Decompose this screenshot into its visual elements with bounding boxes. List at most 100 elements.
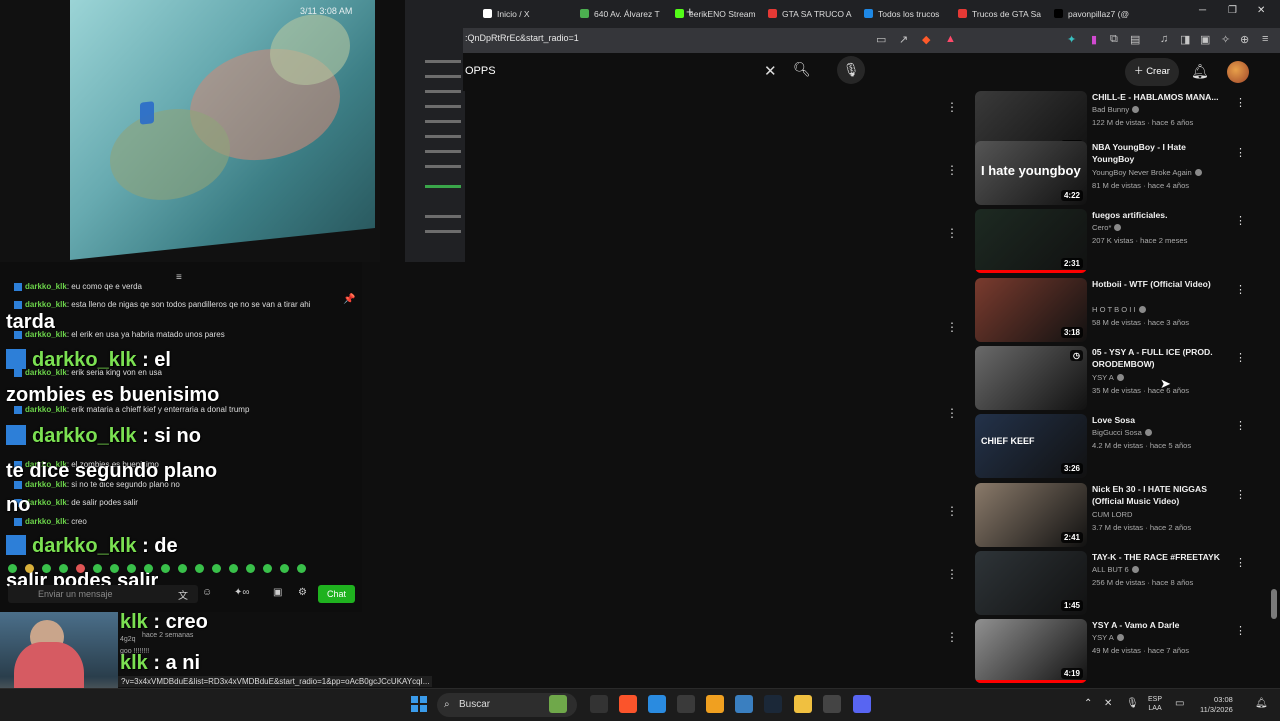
video-title[interactable]: fuegos artificiales. bbox=[1092, 209, 1222, 221]
chat-username[interactable]: darkko_klk bbox=[25, 282, 67, 291]
video-thumbnail[interactable]: CHIEF KEEF 3:26 bbox=[975, 414, 1087, 478]
wallet-icon[interactable]: ▣ bbox=[1200, 33, 1210, 46]
language-indicator[interactable]: ESP LAA bbox=[1148, 695, 1162, 713]
channel-name[interactable]: H O T B O I I bbox=[1092, 305, 1146, 314]
more-vert-icon[interactable]: ⋮ bbox=[1235, 351, 1246, 364]
chat-send-button[interactable]: Chat bbox=[318, 585, 355, 603]
video-item[interactable]: 2:31 fuegos artificiales. Cero* 207 K vista… bbox=[975, 209, 1250, 273]
browser-tab[interactable]: pavonpillaz7 (@ bbox=[1054, 5, 1146, 23]
emote-bar[interactable] bbox=[8, 560, 314, 578]
mic-icon[interactable]: 🎙︎ bbox=[837, 56, 865, 84]
more-vert-icon[interactable]: ⋮ bbox=[946, 163, 958, 177]
video-item[interactable]: 2:41 Nick Eh 30 - I HATE NIGGAS (Official… bbox=[975, 483, 1250, 547]
translate-icon[interactable]: 文 bbox=[178, 587, 188, 602]
more-vert-icon[interactable]: ⋮ bbox=[946, 567, 958, 581]
puzzle-icon[interactable]: ⧉ bbox=[1110, 33, 1118, 46]
more-vert-icon[interactable]: ⋮ bbox=[946, 406, 958, 420]
windows-start-icon[interactable] bbox=[411, 696, 427, 712]
search-icon[interactable]: 🔍︎ bbox=[793, 61, 811, 78]
menu-icon[interactable]: ≡ bbox=[1262, 33, 1268, 45]
video-thumbnail[interactable]: 3:18 bbox=[975, 278, 1087, 342]
gear-icon[interactable]: ⚙ bbox=[298, 587, 307, 598]
close-icon[interactable]: ✕ bbox=[764, 62, 777, 80]
more-vert-icon[interactable]: ⋮ bbox=[946, 320, 958, 334]
extension-icon[interactable]: ✦ bbox=[1067, 33, 1076, 46]
search-query[interactable]: OPPS bbox=[465, 65, 496, 77]
more-vert-icon[interactable]: ⋮ bbox=[946, 504, 958, 518]
channel-name[interactable]: YoungBoy Never Broke Again bbox=[1092, 168, 1202, 177]
more-vert-icon[interactable]: ⋮ bbox=[1235, 556, 1246, 569]
video-thumbnail[interactable]: ◷ bbox=[975, 346, 1087, 410]
video-item[interactable]: 3:18 Hotboii - WTF (Official Video) H O T … bbox=[975, 278, 1250, 342]
extension-icon[interactable]: ▮ bbox=[1091, 33, 1097, 46]
url-text[interactable]: :QnDpRtRrEc&start_radio=1 bbox=[465, 33, 579, 43]
task-view-icon[interactable] bbox=[590, 695, 608, 713]
video-thumbnail[interactable]: 2:31 bbox=[975, 209, 1087, 273]
video-title[interactable]: 05 - YSY A - FULL ICE (PROD. ORODEMBOW) bbox=[1092, 346, 1222, 370]
video-title[interactable]: TAY-K - THE RACE #FREETAYK bbox=[1092, 551, 1222, 563]
more-vert-icon[interactable]: ⋮ bbox=[1235, 488, 1246, 501]
video-title[interactable]: Hotboii - WTF (Official Video) bbox=[1092, 278, 1222, 290]
minimize-button[interactable]: ─ bbox=[1199, 5, 1206, 16]
video-title[interactable]: Love Sosa bbox=[1092, 414, 1222, 426]
video-thumbnail[interactable]: I hate youngboy 4:22 bbox=[975, 141, 1087, 205]
video-item[interactable]: CHIEF KEEF 3:26 Love Sosa BigGucci Sosa 4.2 … bbox=[975, 414, 1250, 478]
address-bar[interactable]: :QnDpRtRrEc&start_radio=1 ▭ ↗ ◆ ▲ ✦ ▮ ⧉ … bbox=[463, 28, 1280, 53]
video-title[interactable]: CHILL-E - HABLAMOS MANA... bbox=[1092, 91, 1222, 103]
bell-icon[interactable]: 🔔︎ bbox=[1191, 63, 1209, 80]
sidebar-icon[interactable]: ◨ bbox=[1180, 33, 1190, 46]
scroll-thumb[interactable] bbox=[1271, 589, 1277, 619]
maximize-button[interactable]: ❐ bbox=[1228, 5, 1237, 16]
create-button[interactable]: ＋ Crear bbox=[1125, 58, 1179, 86]
chat-username[interactable]: darkko_klk bbox=[25, 300, 67, 309]
more-vert-icon[interactable]: ⋮ bbox=[1235, 283, 1246, 296]
channel-name[interactable]: CUM LORD bbox=[1092, 510, 1133, 519]
more-vert-icon[interactable]: ⋮ bbox=[1235, 96, 1246, 109]
brave-icon[interactable] bbox=[619, 695, 637, 713]
folder-icon[interactable] bbox=[794, 695, 812, 713]
notification-icon[interactable]: 🔔︎ bbox=[1255, 698, 1268, 709]
chat-username[interactable]: darkko_klk bbox=[25, 498, 67, 507]
video-item[interactable]: I hate youngboy 4:22 NBA YoungBoy - I Hate… bbox=[975, 141, 1250, 205]
channel-name[interactable]: BigGucci Sosa bbox=[1092, 428, 1152, 437]
channel-name[interactable]: YSY A bbox=[1092, 633, 1124, 642]
more-vert-icon[interactable]: ⋮ bbox=[946, 226, 958, 240]
video-item[interactable]: ◷ 05 - YSY A - FULL ICE (PROD. ORODEMBOW)… bbox=[975, 346, 1250, 410]
emoji-icon[interactable]: ☺ bbox=[202, 587, 212, 598]
channel-name[interactable]: Cero* bbox=[1092, 223, 1122, 232]
browser-tab[interactable]: Inicio / X bbox=[483, 5, 575, 23]
gift-icon[interactable]: ▣ bbox=[273, 587, 282, 598]
brave-shield-icon[interactable]: ◆ bbox=[922, 33, 930, 46]
bookmark-icon[interactable]: ▤ bbox=[1130, 33, 1140, 46]
search-input[interactable]: OPPS ✕ bbox=[465, 57, 788, 87]
steam-icon[interactable] bbox=[764, 695, 782, 713]
pin-icon[interactable]: 📌 bbox=[343, 294, 355, 305]
more-vert-icon[interactable]: ⋮ bbox=[946, 630, 958, 644]
points-icon[interactable]: ✦∞ bbox=[234, 587, 250, 598]
vpn-icon[interactable]: ⊕ bbox=[1240, 33, 1249, 46]
more-vert-icon[interactable]: ⋮ bbox=[946, 100, 958, 114]
calculator-icon[interactable] bbox=[677, 695, 695, 713]
video-title[interactable]: Nick Eh 30 - I HATE NIGGAS (Official Mus… bbox=[1092, 483, 1222, 507]
collapse-icon[interactable]: ≡ bbox=[176, 272, 182, 283]
discord-icon[interactable] bbox=[853, 695, 871, 713]
rewards-icon[interactable]: ▲ bbox=[945, 33, 956, 45]
video-item[interactable]: 1:45 TAY-K - THE RACE #FREETAYK ALL BUT 6 2… bbox=[975, 551, 1250, 615]
channel-name[interactable]: YSY A bbox=[1092, 373, 1124, 382]
scrollbar[interactable] bbox=[1271, 91, 1277, 683]
wifi-icon[interactable]: ▭ bbox=[1175, 698, 1184, 709]
browser-tab[interactable]: GTA SA TRUCO A bbox=[768, 5, 860, 23]
chat-input[interactable]: Enviar un mensaje bbox=[8, 585, 198, 603]
video-title[interactable]: NBA YoungBoy - I Hate YoungBoy bbox=[1092, 141, 1222, 165]
screen-icon[interactable]: ▭ bbox=[876, 33, 886, 46]
channel-name[interactable]: ALL BUT 6 bbox=[1092, 565, 1139, 574]
share-icon[interactable]: ↗ bbox=[899, 33, 908, 46]
store-icon[interactable] bbox=[735, 695, 753, 713]
ai-icon[interactable]: ✧ bbox=[1221, 33, 1230, 46]
video-item[interactable]: 4:19 YSY A - Vamo A Darle YSY A 49 M de vis… bbox=[975, 619, 1250, 683]
more-vert-icon[interactable]: ⋮ bbox=[1235, 624, 1246, 637]
chevron-up-icon[interactable]: ⌃ bbox=[1084, 698, 1092, 709]
new-tab-button[interactable]: + bbox=[686, 4, 694, 19]
mic-icon[interactable]: 🎙︎ bbox=[1126, 698, 1139, 709]
notepad-icon[interactable] bbox=[648, 695, 666, 713]
